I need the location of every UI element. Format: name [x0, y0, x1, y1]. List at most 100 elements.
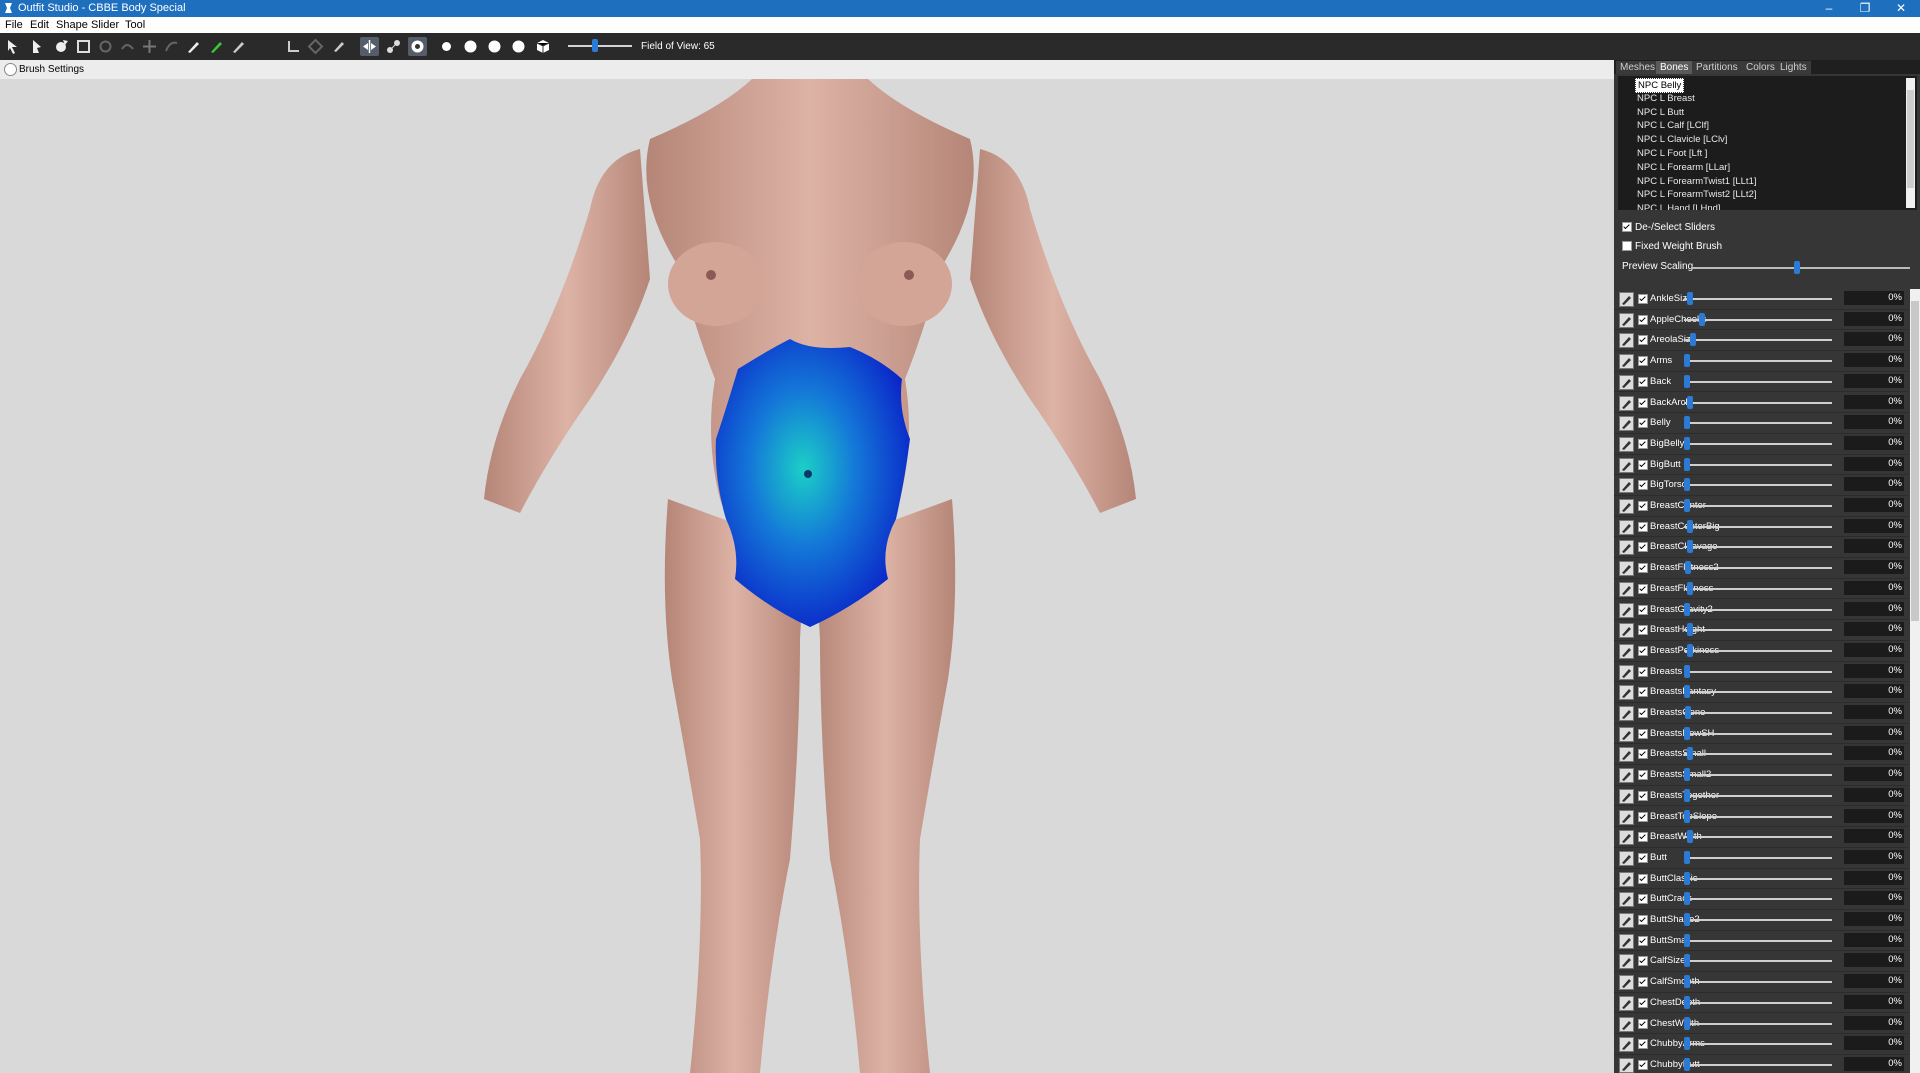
fov-slider-track[interactable] [568, 45, 632, 47]
slider-value-field[interactable]: 0% [1844, 891, 1904, 906]
bone-item[interactable]: NPC L ForearmTwist1 [LLt1] [1635, 175, 1759, 188]
slider-track[interactable] [1684, 815, 1832, 818]
slider-track[interactable] [1684, 712, 1832, 714]
slider-value-field[interactable]: 0% [1844, 332, 1904, 347]
slider-thumb[interactable] [1684, 1057, 1690, 1071]
slider-brush-icon[interactable] [1619, 726, 1634, 742]
slider-value-field[interactable]: 0% [1844, 684, 1904, 699]
slider-checkbox[interactable] [1638, 935, 1648, 946]
slider-brush-icon[interactable] [1619, 499, 1634, 514]
slider-brush-icon[interactable] [1619, 892, 1634, 908]
global-brush-button[interactable] [408, 37, 427, 56]
slider-brush-icon[interactable] [1619, 395, 1634, 411]
slider-value-field[interactable]: 0% [1844, 705, 1904, 719]
slider-thumb[interactable] [1684, 892, 1690, 906]
slider-checkbox[interactable] [1638, 397, 1648, 408]
slider-thumb[interactable] [1684, 788, 1690, 802]
slider-thumb[interactable] [1686, 395, 1693, 409]
deselect-sliders-option[interactable]: De-/Select Sliders [1622, 222, 1715, 233]
slider-track[interactable] [1684, 649, 1832, 652]
slider-value-field[interactable]: 0% [1844, 746, 1904, 761]
slider-checkbox[interactable] [1638, 583, 1648, 594]
slider-checkbox[interactable] [1638, 977, 1648, 988]
slider-thumb[interactable] [1686, 581, 1693, 595]
slider-thumb[interactable] [1686, 540, 1693, 554]
slider-value-field[interactable]: 0% [1844, 767, 1904, 782]
slider-track[interactable] [1684, 670, 1832, 673]
slider-value-field[interactable]: 0% [1844, 539, 1904, 554]
pivot-tool-button[interactable] [306, 37, 325, 56]
slider-thumb[interactable] [1684, 726, 1690, 740]
slider-brush-icon[interactable] [1619, 664, 1634, 680]
slider-thumb[interactable] [1686, 643, 1693, 657]
slider-track[interactable] [1684, 422, 1832, 425]
slider-brush-icon[interactable] [1619, 333, 1634, 349]
slider-value-field[interactable]: 0% [1844, 642, 1904, 657]
slider-value-field[interactable]: 0% [1844, 912, 1904, 926]
slider-brush-icon[interactable] [1619, 457, 1634, 473]
slider-checkbox[interactable] [1638, 645, 1648, 656]
slider-track[interactable] [1684, 587, 1832, 590]
bone-item[interactable]: NPC L Butt [1635, 106, 1686, 119]
menu-edit[interactable]: Edit [30, 19, 49, 31]
menu-shape[interactable]: Shape [56, 19, 88, 31]
slider-brush-icon[interactable] [1619, 292, 1634, 307]
slider-value-field[interactable]: 0% [1844, 787, 1904, 802]
slider-thumb[interactable] [1684, 954, 1690, 968]
slider-track[interactable] [1684, 1063, 1832, 1066]
slider-brush-icon[interactable] [1619, 933, 1634, 949]
slider-track[interactable] [1684, 960, 1832, 963]
slider-brush-icon[interactable] [1619, 1037, 1634, 1053]
slider-thumb[interactable] [1685, 561, 1692, 575]
slider-thumb[interactable] [1684, 685, 1690, 699]
slider-value-field[interactable]: 0% [1844, 435, 1904, 450]
slider-track[interactable] [1684, 753, 1832, 756]
close-button[interactable]: ✕ [1884, 0, 1918, 17]
slider-value-field[interactable]: 0% [1844, 622, 1904, 637]
slider-track[interactable] [1684, 794, 1832, 797]
slider-track[interactable] [1684, 1001, 1832, 1004]
slider-value-field[interactable]: 0% [1844, 663, 1904, 678]
alpha-brush-button[interactable] [229, 37, 248, 56]
slider-checkbox[interactable] [1638, 335, 1648, 346]
slider-checkbox[interactable] [1638, 915, 1648, 925]
slider-value-field[interactable]: 0% [1844, 870, 1904, 885]
slider-checkbox[interactable] [1638, 480, 1648, 491]
bone-item[interactable]: NPC L Foot [Lft ] [1635, 147, 1709, 160]
anchor-tool-button[interactable] [284, 37, 303, 56]
deflate-tool-button[interactable] [118, 37, 137, 56]
slider-value-field[interactable]: 0% [1844, 1015, 1904, 1030]
slider-brush-icon[interactable] [1619, 540, 1634, 556]
slider-brush-icon[interactable] [1619, 830, 1634, 846]
slider-thumb[interactable] [1698, 312, 1705, 326]
slider-brush-icon[interactable] [1619, 374, 1634, 390]
view-right-button[interactable] [509, 37, 528, 56]
slider-track[interactable] [1684, 691, 1832, 694]
slider-thumb[interactable] [1684, 602, 1690, 616]
slider-track[interactable] [1684, 1043, 1832, 1046]
slider-thumb[interactable] [1684, 1016, 1690, 1030]
slider-checkbox[interactable] [1638, 625, 1648, 636]
slider-thumb[interactable] [1684, 354, 1690, 368]
slider-thumb[interactable] [1684, 933, 1690, 947]
slider-thumb[interactable] [1684, 1037, 1690, 1051]
slider-checkbox[interactable] [1638, 790, 1648, 801]
slider-track[interactable] [1684, 629, 1832, 632]
slider-checkbox[interactable] [1638, 997, 1648, 1008]
slider-thumb[interactable] [1684, 664, 1690, 678]
slider-checkbox[interactable] [1638, 376, 1648, 387]
x-mirror-button[interactable] [360, 37, 379, 56]
tab-partitions[interactable]: Partitions [1692, 61, 1742, 74]
scrollbar-thumb[interactable] [1907, 90, 1914, 188]
slider-value-field[interactable]: 0% [1844, 1036, 1904, 1051]
slider-track[interactable] [1684, 318, 1832, 321]
slider-brush-icon[interactable] [1619, 1016, 1634, 1032]
slider-track[interactable] [1684, 856, 1832, 859]
slider-brush-icon[interactable] [1619, 354, 1634, 370]
view-left-button[interactable] [485, 37, 504, 56]
bone-item[interactable]: NPC L Clavicle [LClv] [1635, 133, 1729, 146]
slider-thumb[interactable] [1684, 478, 1690, 492]
preview-scaling-track[interactable] [1691, 267, 1910, 269]
slider-checkbox[interactable] [1638, 356, 1648, 367]
slider-track[interactable] [1684, 919, 1832, 921]
